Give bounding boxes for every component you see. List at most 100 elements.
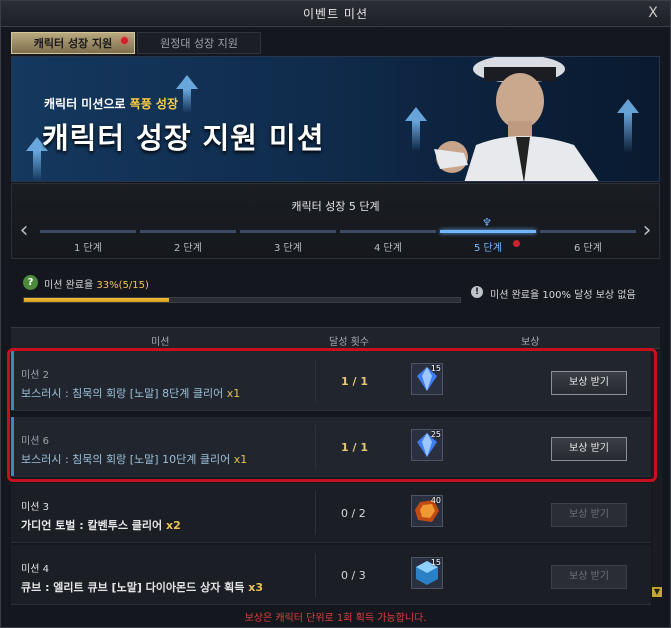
stage-title: 캐릭터 성장 5 단계: [291, 200, 380, 213]
current-stage-marker-icon: ♆: [482, 216, 492, 229]
stage-label: 2 단계: [174, 243, 202, 254]
stage-step-5[interactable]: 5 단계: [440, 230, 536, 254]
banner-subtitle-highlight: 폭풍 성장: [129, 97, 178, 111]
claim-reward-button[interactable]: 보상 받기: [551, 503, 627, 527]
mission-row: 미션 4 큐브 : 엘리트 큐브 [노말] 다이아몬드 상자 획득 x3 0 /…: [11, 545, 651, 605]
blue-crystal-icon[interactable]: 15: [411, 363, 443, 395]
header-count: 달성 횟수: [329, 337, 369, 348]
stage-step-3[interactable]: 3 단계: [240, 230, 336, 254]
completion-rate-label: 미션 완료율: [44, 280, 94, 291]
mission-name: 미션 4: [21, 564, 49, 575]
notification-dot-icon: [513, 240, 520, 247]
row-accent: [11, 351, 14, 410]
tab-character-growth[interactable]: 캐릭터 성장 지원: [11, 32, 135, 54]
orange-gem-icon[interactable]: 40: [411, 495, 443, 527]
header-mission: 미션: [151, 337, 170, 348]
reward-note: 미션 완료율 100% 달성 보상 없음: [490, 290, 636, 301]
stage-bar: [40, 230, 136, 233]
mission-name: 미션 6: [21, 436, 49, 447]
banner-subtitle-prefix: 캐릭터 미션으로: [44, 97, 126, 111]
tab-label: 캐릭터 성장 지원: [33, 37, 113, 50]
divider: [315, 553, 316, 597]
claim-reward-button[interactable]: 보상 받기: [551, 565, 627, 589]
stage-bar: [140, 230, 236, 233]
next-stage-arrow-icon[interactable]: ›: [639, 220, 655, 242]
stage-bar: [540, 230, 636, 233]
mission-desc-text: 큐브 : 엘리트 큐브 [노말] 다이아몬드 상자 획득: [21, 581, 245, 594]
tab-bar: 캐릭터 성장 지원 원정대 성장 지원: [11, 32, 263, 54]
info-icon: !: [471, 286, 483, 298]
stage-bar: [340, 230, 436, 233]
tab-label: 원정대 성장 지원: [160, 37, 238, 50]
reward-qty: 15: [430, 364, 441, 373]
stage-bar: [440, 230, 536, 233]
character-portrait-icon: [434, 57, 599, 181]
event-banner: 캐릭터 미션으로 폭풍 성장 캐릭터 성장 지원 미션: [11, 56, 660, 182]
mission-count: 0 / 3: [341, 569, 366, 582]
stage-label: 3 단계: [274, 243, 302, 254]
mission-multiplier: x1: [226, 387, 241, 400]
progress-fill: [24, 298, 170, 302]
footer-note: 보상은 캐릭터 단위로 1회 획득 가능합니다.: [244, 613, 427, 624]
stage-label: 6 단계: [574, 243, 602, 254]
row-accent: [11, 417, 14, 476]
mission-multiplier: x2: [166, 519, 181, 532]
completion-progress-bar: [23, 297, 461, 303]
prev-stage-arrow-icon[interactable]: ‹: [16, 220, 32, 242]
mission-count: 1 / 1: [341, 441, 368, 454]
stage-step-2[interactable]: 2 단계: [140, 230, 236, 254]
mission-count: 0 / 2: [341, 507, 366, 520]
mission-name: 미션 3: [21, 502, 49, 513]
arrow-stem-decor: [33, 151, 41, 181]
mission-desc: 보스러시 : 침묵의 회랑 [노말] 8단계 클리어 x1: [21, 385, 240, 401]
stage-label: 1 단계: [74, 243, 102, 254]
divider: [315, 425, 316, 469]
mission-name: 미션 2: [21, 370, 49, 381]
mission-list-scrollbar[interactable]: ▼: [652, 351, 662, 597]
claim-reward-button[interactable]: 보상 받기: [551, 371, 627, 395]
stage-step-1[interactable]: 1 단계: [40, 230, 136, 254]
help-question-icon[interactable]: ?: [23, 275, 38, 290]
banner-title: 캐릭터 성장 지원 미션: [42, 121, 325, 155]
arrow-stem-decor: [412, 121, 420, 151]
reward-qty: 15: [430, 558, 441, 567]
tab-expedition-growth[interactable]: 원정대 성장 지원: [137, 32, 261, 54]
banner-subtitle: 캐릭터 미션으로 폭풍 성장: [44, 95, 178, 112]
mission-table-header: 미션 달성 횟수 보상: [11, 327, 660, 349]
mission-multiplier: x3: [248, 581, 264, 594]
arrow-stem-decor: [183, 89, 191, 113]
mission-desc: 가디언 토벌 : 칼벤투스 클리어 x2: [21, 517, 181, 533]
completion-progress: ? 미션 완료율 33%(5/15) ! 미션 완료율 100% 달성 보상 없…: [11, 267, 660, 317]
stage-step-4[interactable]: 4 단계: [340, 230, 436, 254]
mission-row: 미션 2 보스러시 : 침묵의 회랑 [노말] 8단계 클리어 x1 1 / 1…: [11, 351, 651, 411]
completion-rate: 미션 완료율 33%(5/15): [44, 276, 149, 291]
event-mission-window: 이벤트 미션 X 캐릭터 성장 지원 원정대 성장 지원 캐릭터 미션으로 폭풍…: [0, 0, 671, 628]
stage-step-6[interactable]: 6 단계: [540, 230, 636, 254]
mission-row: 미션 3 가디언 토벌 : 칼벤투스 클리어 x2 0 / 2 40 보상 받기: [11, 483, 651, 543]
title-bar: 이벤트 미션 X: [1, 1, 670, 27]
divider: [315, 359, 316, 403]
blue-cube-icon[interactable]: 15: [411, 557, 443, 589]
reward-qty: 40: [430, 496, 441, 505]
mission-count: 1 / 1: [341, 375, 368, 388]
arrow-up-icon: [176, 75, 198, 89]
window-title: 이벤트 미션: [302, 7, 368, 21]
mission-desc-text: 가디언 토벌 : 칼벤투스 클리어: [21, 519, 163, 532]
divider: [315, 491, 316, 535]
mission-desc: 큐브 : 엘리트 큐브 [노말] 다이아몬드 상자 획득 x3: [21, 579, 263, 595]
mission-desc-text: 보스러시 : 침묵의 회랑 [노말] 8단계 클리어: [21, 387, 224, 400]
stage-panel: 캐릭터 성장 5 단계 ‹ › ♆ 1 단계 2 단계 3 단계 4 단계 5 …: [11, 183, 660, 259]
scroll-down-icon[interactable]: ▼: [652, 587, 662, 597]
reward-qty: 25: [430, 430, 441, 439]
stage-label: 4 단계: [374, 243, 402, 254]
claim-reward-button[interactable]: 보상 받기: [551, 437, 627, 461]
notification-dot-icon: [121, 37, 128, 44]
mission-row: 미션 6 보스러시 : 침묵의 회랑 [노말] 10단계 클리어 x1 1 / …: [11, 417, 651, 477]
completion-rate-value: 33%(5/15): [96, 280, 149, 291]
blue-crystal-icon[interactable]: 25: [411, 429, 443, 461]
stage-label: 5 단계: [474, 243, 502, 254]
mission-multiplier: x1: [233, 453, 248, 466]
mission-desc-text: 보스러시 : 침묵의 회랑 [노말] 10단계 클리어: [21, 453, 231, 466]
stage-bar: [240, 230, 336, 233]
close-icon[interactable]: X: [644, 4, 662, 22]
